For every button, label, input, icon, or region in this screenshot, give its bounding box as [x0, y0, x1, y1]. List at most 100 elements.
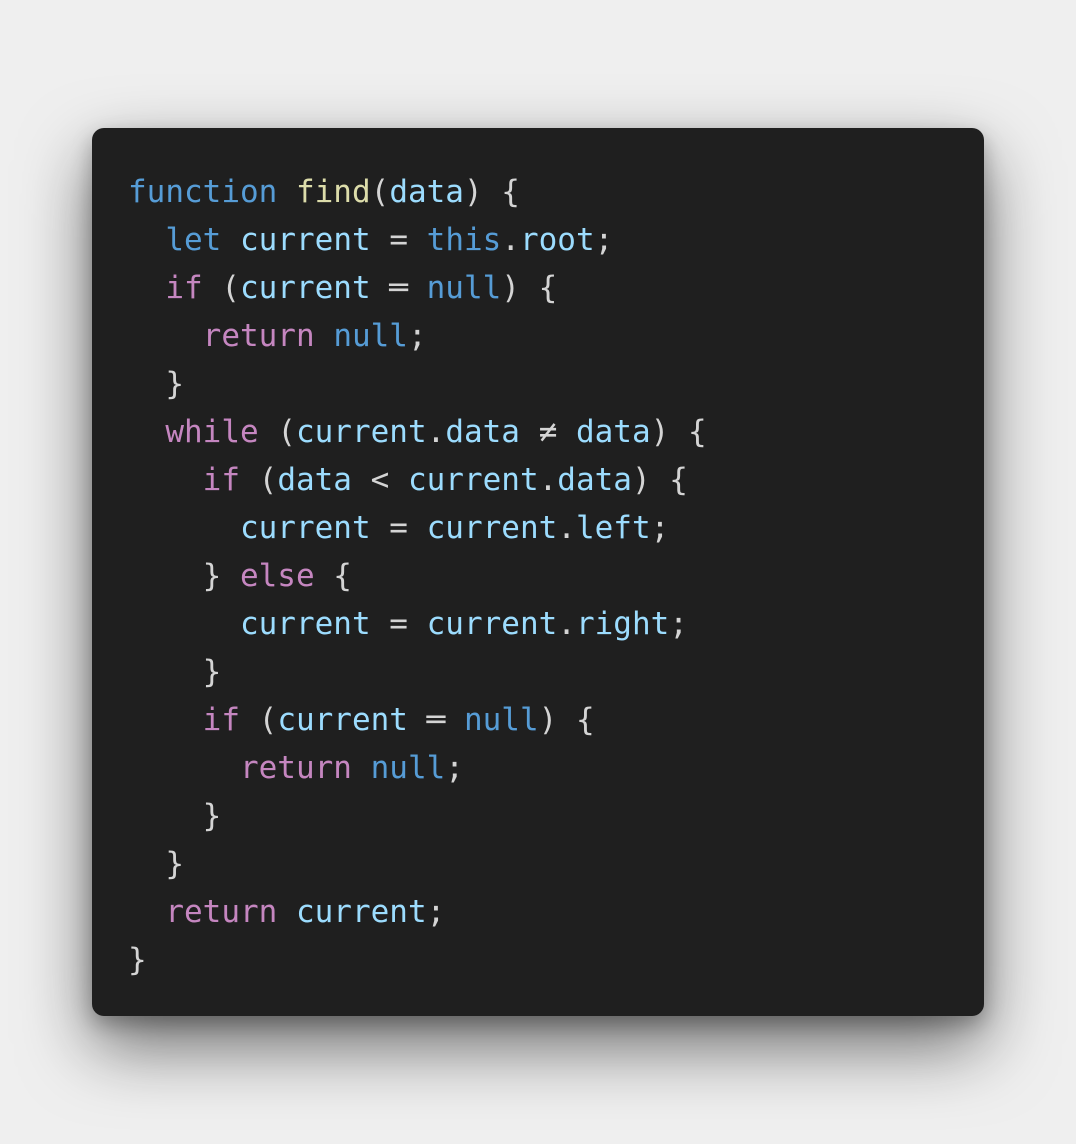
code-token-keyword: this — [426, 222, 502, 258]
code-token-punct: . — [557, 606, 576, 642]
code-line: } — [128, 792, 707, 840]
code-token-punct: . — [426, 414, 446, 450]
code-token-variable: current — [426, 606, 558, 642]
code-line: let current = this.root; — [128, 216, 707, 264]
code-token-variable: current — [240, 222, 371, 258]
code-token-punct — [277, 174, 296, 210]
code-token-punct — [128, 750, 240, 786]
code-line: } — [128, 648, 707, 696]
code-token-punct — [128, 270, 165, 306]
code-line: if (current ═ null) { — [128, 264, 707, 312]
code-token-punct: ( — [239, 702, 278, 738]
code-token-variable: current — [426, 510, 558, 546]
code-token-keyword: null — [333, 318, 408, 354]
code-token-variable: root — [519, 222, 595, 258]
code-line: } — [128, 360, 707, 408]
code-block: function find(data) { let current = this… — [128, 168, 707, 984]
code-token-variable: data — [445, 414, 520, 450]
code-token-punct — [128, 414, 165, 450]
code-token-variable: right — [575, 606, 670, 642]
code-line: function find(data) { — [128, 168, 707, 216]
code-token-punct: = — [370, 222, 427, 258]
code-line: } — [128, 936, 707, 984]
code-token-keyword: let — [165, 222, 222, 258]
code-token-variable: data — [575, 414, 651, 450]
code-token-punct — [128, 318, 203, 354]
code-token-variable: data — [277, 462, 352, 498]
code-token-punct: ) { — [538, 702, 595, 738]
code-token-punct: } — [128, 654, 222, 690]
code-token-variable: current — [295, 894, 427, 930]
code-token-variable: current — [407, 462, 539, 498]
code-token-variable: data — [557, 462, 632, 498]
code-token-control: return — [165, 894, 278, 930]
code-token-punct: ) { — [631, 462, 688, 498]
code-line: } else { — [128, 552, 707, 600]
code-token-punct — [128, 222, 165, 258]
code-token-keyword: null — [463, 702, 539, 738]
code-token-control: return — [202, 318, 315, 354]
code-token-variable: current — [239, 606, 371, 642]
code-token-punct: ( — [202, 270, 240, 306]
code-token-punct — [277, 894, 296, 930]
code-line: while (current.data ≠ data) { — [128, 408, 707, 456]
code-line: current = current.right; — [128, 600, 707, 648]
code-token-punct: = — [370, 606, 427, 642]
code-token-control: if — [202, 462, 240, 498]
code-token-punct: ) { — [463, 174, 520, 210]
code-token-variable: current — [239, 510, 371, 546]
code-token-punct: ; — [426, 894, 446, 930]
code-token-function: find — [295, 174, 371, 210]
code-token-punct: } — [128, 558, 240, 594]
code-token-punct — [128, 462, 203, 498]
code-token-punct — [352, 750, 371, 786]
code-token-punct: ( — [370, 174, 390, 210]
code-line: return null; — [128, 744, 707, 792]
code-token-variable: left — [575, 510, 651, 546]
code-line: return null; — [128, 312, 707, 360]
code-line: if (current ═ null) { — [128, 696, 707, 744]
code-line: if (data < current.data) { — [128, 456, 707, 504]
code-token-punct: < — [351, 462, 408, 498]
code-token-punct: } — [128, 366, 184, 402]
code-token-punct: ( — [258, 414, 296, 450]
code-token-keyword: function — [128, 174, 278, 210]
code-token-control: return — [239, 750, 352, 786]
code-token-punct — [128, 894, 165, 930]
code-token-punct: } — [128, 798, 222, 834]
code-token-punct — [315, 318, 334, 354]
code-token-punct — [128, 702, 203, 738]
code-token-punct: . — [501, 222, 520, 258]
code-token-punct: ≠ — [519, 414, 576, 450]
code-line: } — [128, 840, 707, 888]
code-token-punct: } — [128, 846, 184, 882]
code-token-punct: ═ — [370, 270, 427, 306]
code-token-punct: { — [314, 558, 352, 594]
code-token-control: while — [165, 414, 259, 450]
code-line: return current; — [128, 888, 707, 936]
code-token-punct — [128, 510, 240, 546]
code-token-punct: ; — [445, 750, 464, 786]
code-token-punct: } — [128, 942, 147, 978]
code-line: current = current.left; — [128, 504, 707, 552]
code-token-punct: ) { — [501, 270, 558, 306]
code-token-variable: data — [389, 174, 464, 210]
code-token-punct: ; — [650, 510, 670, 546]
code-token-punct — [128, 606, 240, 642]
code-token-control: if — [202, 702, 240, 738]
code-token-keyword: null — [426, 270, 502, 306]
code-token-control: if — [165, 270, 203, 306]
code-token-punct: ; — [669, 606, 688, 642]
code-token-variable: current — [277, 702, 408, 738]
code-token-control: else — [239, 558, 315, 594]
code-token-punct: ; — [594, 222, 614, 258]
code-token-punct: ) { — [650, 414, 707, 450]
code-token-punct: ; — [407, 318, 427, 354]
code-token-punct: ═ — [407, 702, 464, 738]
code-snippet-window: function find(data) { let current = this… — [92, 128, 984, 1016]
code-token-punct — [221, 222, 240, 258]
code-token-punct: ( — [239, 462, 278, 498]
code-token-keyword: null — [370, 750, 446, 786]
code-token-variable: current — [239, 270, 371, 306]
code-token-punct: = — [370, 510, 427, 546]
